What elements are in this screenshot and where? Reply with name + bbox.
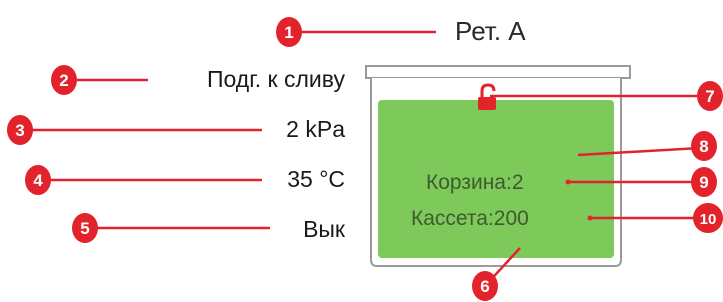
callout-number: 1	[284, 23, 293, 42]
retort-temperature: 35 °C	[287, 166, 345, 192]
callout-badge-8: 8	[691, 131, 717, 161]
callout-number: 5	[80, 219, 89, 238]
callout-badge-6: 6	[472, 271, 498, 301]
callout-badge-4: 4	[25, 165, 51, 195]
callout-number: 9	[699, 173, 708, 192]
callout-number: 2	[59, 71, 68, 90]
retort-mode: Вык	[303, 216, 345, 242]
cassette-count: Кассета:200	[411, 207, 529, 230]
callout-number: 4	[33, 171, 43, 190]
retort-name: Рет. А	[455, 16, 526, 46]
tank-lid	[365, 65, 631, 79]
callout-badge-1: 1	[276, 17, 302, 47]
retort-pressure: 2 kPa	[286, 116, 345, 142]
callout-number: 10	[700, 211, 717, 228]
callout-badge-10: 10	[693, 203, 723, 233]
callout-badge-9: 9	[691, 167, 717, 197]
callout-number: 8	[699, 137, 708, 156]
callout-badge-7: 7	[697, 81, 723, 111]
basket-count: Корзина:2	[426, 171, 524, 194]
callout-badge-5: 5	[72, 213, 98, 243]
callout-number: 7	[705, 87, 714, 106]
retort-status: Подг. к сливу	[206, 66, 345, 92]
callout-number: 6	[480, 277, 489, 296]
retort-diagram: 1 2 3 4 5 6 7 8 9 10	[7, 17, 723, 301]
callout-badge-2: 2	[51, 65, 77, 95]
callout-number: 3	[15, 121, 24, 140]
callout-badge-3: 3	[7, 115, 33, 145]
